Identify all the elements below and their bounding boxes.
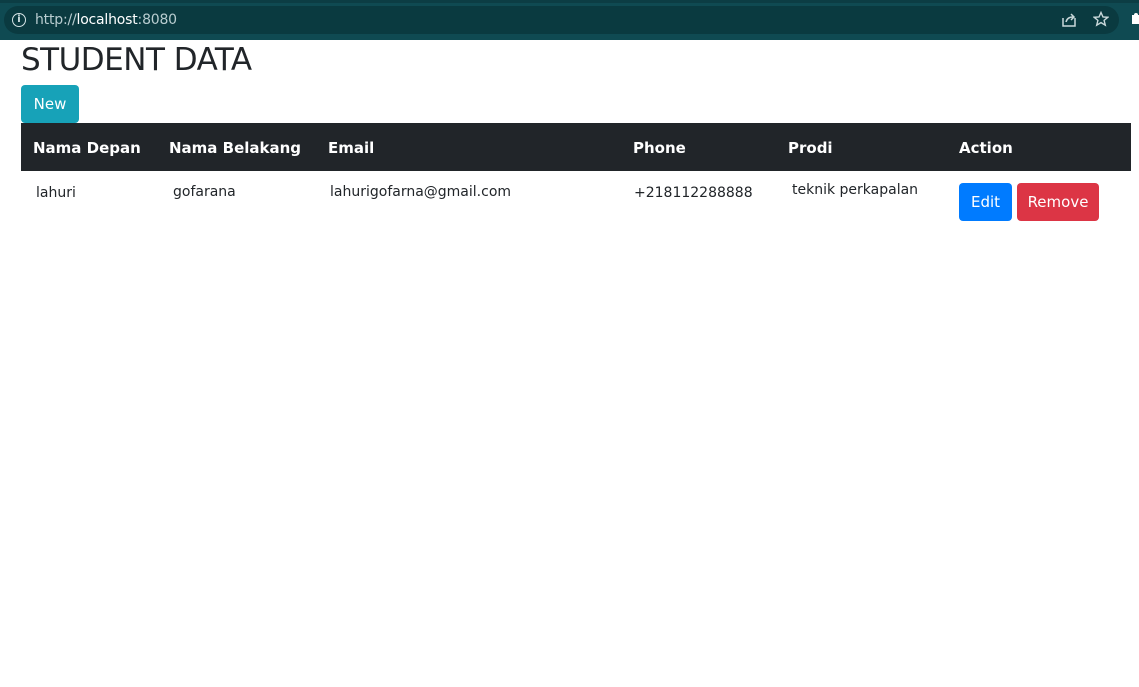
bookmark-star-icon[interactable]	[1093, 11, 1109, 27]
column-header-phone: Phone	[633, 139, 686, 157]
extensions-icon[interactable]	[1131, 12, 1139, 28]
url-port: :8080	[137, 12, 178, 28]
new-button[interactable]: New	[21, 85, 79, 123]
browser-toolbar: i http://localhost:8080	[0, 0, 1139, 40]
site-info-icon[interactable]: i	[12, 13, 26, 27]
cell-phone: +218112288888	[634, 185, 753, 201]
page-title: STUDENT DATA	[21, 42, 252, 78]
url-host: localhost	[76, 12, 138, 28]
cell-prodi: teknik perkapalan	[792, 182, 919, 198]
column-header-email: Email	[328, 139, 375, 157]
column-header-nama-depan: Nama Depan	[33, 139, 141, 157]
cell-email: lahurigofarna@gmail.com	[330, 184, 512, 200]
table-header-row: Nama Depan Nama Belakang Email Phone Pro…	[21, 123, 1131, 171]
url-text[interactable]: http://localhost:8080	[35, 12, 177, 28]
cell-nama-depan: lahuri	[36, 185, 76, 201]
column-header-action: Action	[959, 139, 1013, 157]
column-header-prodi: Prodi	[788, 139, 833, 157]
edit-button[interactable]: Edit	[959, 183, 1012, 221]
share-icon[interactable]	[1061, 12, 1077, 28]
url-scheme: http://	[35, 12, 77, 28]
column-header-nama-belakang: Nama Belakang	[169, 139, 302, 157]
cell-nama-belakang: gofarana	[173, 184, 236, 200]
tab-strip	[0, 0, 1139, 3]
remove-button[interactable]: Remove	[1017, 183, 1099, 221]
